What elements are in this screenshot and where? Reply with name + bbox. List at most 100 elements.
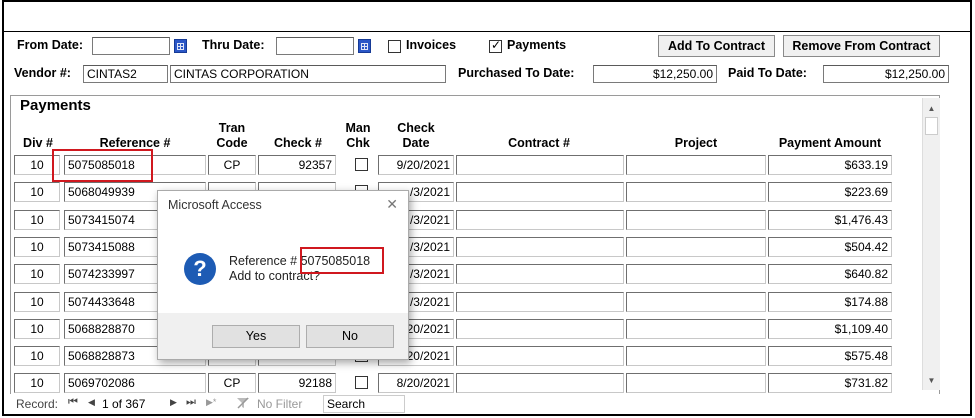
- record-position[interactable]: 1 of 367: [102, 397, 145, 411]
- cell-project[interactable]: [626, 346, 766, 366]
- cell-amount[interactable]: $174.88: [768, 292, 892, 312]
- cell-check-date[interactable]: 8/20/2021: [378, 373, 454, 393]
- cell-tran-code[interactable]: CP: [208, 373, 256, 393]
- cell-div[interactable]: 10: [14, 182, 60, 202]
- payments-label: Payments: [507, 38, 567, 52]
- header-man-chk-1: Man: [345, 121, 371, 135]
- cell-check[interactable]: 92357: [258, 155, 336, 175]
- cell-contract[interactable]: [456, 237, 624, 257]
- cell-contract[interactable]: [456, 182, 624, 202]
- vendor-label: Vendor #:: [14, 66, 71, 80]
- no-button[interactable]: No: [306, 325, 394, 348]
- from-date-input[interactable]: [92, 37, 170, 55]
- cell-reference[interactable]: 5069702086: [64, 373, 206, 393]
- man-chk-checkbox[interactable]: [355, 376, 368, 389]
- payments-title: Payments: [20, 97, 91, 114]
- add-to-contract-button[interactable]: Add To Contract: [658, 35, 775, 57]
- purchased-to-date-field[interactable]: $12,250.00: [593, 65, 717, 83]
- cell-amount[interactable]: $223.69: [768, 182, 892, 202]
- scroll-up-icon[interactable]: ▲: [923, 100, 940, 117]
- cell-contract[interactable]: [456, 155, 624, 175]
- cell-tran-code[interactable]: CP: [208, 155, 256, 175]
- dialog-reference-highlight: [300, 247, 384, 274]
- header-amount: Payment Amount: [778, 136, 882, 150]
- reference-highlight: [52, 149, 153, 182]
- cell-div[interactable]: 10: [14, 264, 60, 284]
- cell-check-date[interactable]: 9/20/2021: [378, 155, 454, 175]
- question-icon: ?: [184, 253, 216, 285]
- yes-button[interactable]: Yes: [212, 325, 300, 348]
- cell-contract[interactable]: [456, 319, 624, 339]
- first-record-icon[interactable]: ⏮: [68, 396, 78, 409]
- cell-contract[interactable]: [456, 373, 624, 393]
- remove-from-contract-button[interactable]: Remove From Contract: [783, 35, 940, 57]
- man-chk-checkbox[interactable]: [355, 158, 368, 171]
- cell-div[interactable]: 10: [14, 237, 60, 257]
- previous-record-icon[interactable]: ◀: [88, 397, 95, 408]
- close-icon[interactable]: ✕: [386, 196, 398, 213]
- thru-date-label: Thru Date:: [202, 38, 265, 52]
- header-tran-code-1: Tran: [218, 121, 246, 135]
- thru-date-input[interactable]: [276, 37, 354, 55]
- scroll-thumb[interactable]: [925, 117, 938, 135]
- cell-contract[interactable]: [456, 292, 624, 312]
- vendor-code-field[interactable]: CINTAS2: [83, 65, 168, 83]
- cell-div[interactable]: 10: [14, 373, 60, 393]
- cell-amount[interactable]: $1,476.43: [768, 210, 892, 230]
- payments-checkbox[interactable]: [489, 38, 502, 53]
- last-record-icon[interactable]: ⏭: [186, 396, 196, 409]
- top-strip: [4, 2, 970, 32]
- cell-amount[interactable]: $640.82: [768, 264, 892, 284]
- cell-div[interactable]: 10: [14, 346, 60, 366]
- cell-amount[interactable]: $504.42: [768, 237, 892, 257]
- header-div: Div #: [23, 136, 53, 150]
- cell-contract[interactable]: [456, 264, 624, 284]
- cell-project[interactable]: [626, 237, 766, 257]
- record-navigation-bar: Record: ⏮ ◀ 1 of 367 ▶ ⏭ ▶* No Filter Se…: [10, 394, 940, 414]
- cell-contract[interactable]: [456, 210, 624, 230]
- invoices-label: Invoices: [406, 38, 457, 52]
- cell-project[interactable]: [626, 292, 766, 312]
- cell-amount[interactable]: $575.48: [768, 346, 892, 366]
- calendar-icon[interactable]: [174, 39, 187, 53]
- cell-project[interactable]: [626, 373, 766, 393]
- cell-div[interactable]: 10: [14, 319, 60, 339]
- confirm-dialog: Microsoft Access ✕ ? Reference # 5075085…: [157, 190, 409, 360]
- search-input[interactable]: Search: [323, 395, 405, 413]
- vertical-scrollbar[interactable]: ▲ ▼: [922, 98, 940, 390]
- header-tran-code-2: Code: [216, 136, 248, 150]
- dialog-title: Microsoft Access: [168, 198, 262, 212]
- no-filter-icon: [236, 396, 250, 410]
- dialog-footer: Yes No: [158, 313, 408, 359]
- cell-project[interactable]: [626, 155, 766, 175]
- header-contract: Contract #: [508, 136, 570, 150]
- invoices-checkbox[interactable]: [388, 40, 401, 53]
- paid-to-date-field[interactable]: $12,250.00: [823, 65, 949, 83]
- purchased-to-date-label: Purchased To Date:: [458, 66, 575, 80]
- vendor-name-field[interactable]: CINTAS CORPORATION: [170, 65, 446, 83]
- cell-div[interactable]: 10: [14, 292, 60, 312]
- header-man-chk-2: Chk: [346, 136, 370, 150]
- header-check: Check #: [274, 136, 322, 150]
- cell-check[interactable]: 92188: [258, 373, 336, 393]
- cell-div[interactable]: 10: [14, 210, 60, 230]
- cell-amount[interactable]: $633.19: [768, 155, 892, 175]
- header-reference: Reference #: [99, 136, 171, 150]
- cell-project[interactable]: [626, 319, 766, 339]
- cell-amount[interactable]: $1,109.40: [768, 319, 892, 339]
- header-project: Project: [674, 136, 718, 150]
- next-record-icon[interactable]: ▶: [170, 397, 177, 408]
- cell-contract[interactable]: [456, 346, 624, 366]
- dialog-ref-prefix: Reference #: [229, 254, 298, 268]
- header-check-date-1: Check: [397, 121, 435, 135]
- calendar-icon[interactable]: [358, 39, 371, 53]
- cell-project[interactable]: [626, 264, 766, 284]
- cell-project[interactable]: [626, 182, 766, 202]
- new-record-icon[interactable]: ▶*: [206, 397, 216, 408]
- cell-amount[interactable]: $731.82: [768, 373, 892, 393]
- cell-project[interactable]: [626, 210, 766, 230]
- no-filter-label[interactable]: No Filter: [257, 397, 302, 411]
- from-date-label: From Date:: [17, 38, 83, 52]
- scroll-down-icon[interactable]: ▼: [923, 372, 940, 389]
- paid-to-date-label: Paid To Date:: [728, 66, 807, 80]
